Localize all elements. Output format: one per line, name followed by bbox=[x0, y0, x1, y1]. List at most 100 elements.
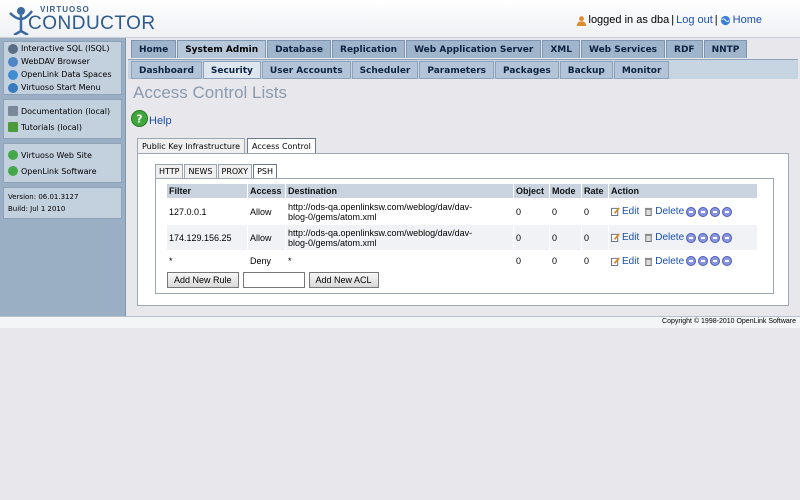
logo-main-text: CONDUCTOR bbox=[28, 13, 156, 34]
move-last-icon[interactable] bbox=[722, 232, 733, 243]
add-new-acl-button[interactable]: Add New ACL bbox=[308, 272, 379, 288]
sidebar-item-ods[interactable]: OpenLink Data Spaces bbox=[4, 68, 121, 81]
edit-link[interactable]: Edit bbox=[622, 206, 639, 217]
tab-database[interactable]: Database bbox=[267, 40, 332, 58]
cell-rate: 0 bbox=[582, 225, 608, 250]
tab-public-key-infrastructure[interactable]: Public Key Infrastructure bbox=[137, 138, 246, 153]
table-header-row: Filter Access Destination Object Mode Ra… bbox=[167, 184, 757, 198]
destination-line: http://ods-qa.openlinksw.com/weblog/dav/… bbox=[288, 227, 473, 238]
cell-mode: 0 bbox=[550, 251, 581, 271]
logged-in-text: logged in as dba bbox=[588, 14, 670, 26]
header: VIRTUOSO CONDUCTOR logged in as dba | Lo… bbox=[0, 0, 800, 38]
separator: | bbox=[671, 14, 675, 26]
sidebar-item-label: WebDAV Browser bbox=[21, 57, 90, 66]
move-first-icon[interactable] bbox=[686, 232, 697, 243]
tab-web-application-server[interactable]: Web Application Server bbox=[406, 40, 542, 58]
footer: Copyright © 1998-2010 OpenLink Software bbox=[0, 316, 800, 328]
help-icon[interactable]: ? bbox=[131, 110, 148, 127]
move-first-icon[interactable] bbox=[686, 206, 697, 217]
tab-psh[interactable]: PSH bbox=[253, 164, 277, 178]
subtab-parameters[interactable]: Parameters bbox=[419, 61, 494, 79]
sidebar-item-start-menu[interactable]: Virtuoso Start Menu bbox=[4, 81, 121, 94]
sidebar-item-isql[interactable]: Interactive SQL (ISQL) bbox=[4, 42, 121, 55]
header-rate: Rate bbox=[582, 184, 608, 198]
cell-access: Allow bbox=[248, 199, 285, 224]
move-up-icon[interactable] bbox=[698, 206, 709, 217]
add-new-rule-button[interactable]: Add New Rule bbox=[167, 272, 239, 288]
sidebar-item-label: Documentation (local) bbox=[21, 106, 111, 116]
destination-line: http://ods-qa.openlinksw.com/weblog/dav/… bbox=[288, 201, 473, 212]
move-down-icon[interactable] bbox=[710, 232, 721, 243]
subtab-backup[interactable]: Backup bbox=[559, 61, 613, 79]
sidebar-item-documentation[interactable]: Documentation (local) bbox=[4, 103, 121, 119]
cell-filter: 174.129.156.25 bbox=[167, 225, 247, 250]
separator: | bbox=[714, 14, 718, 26]
subtab-dashboard[interactable]: Dashboard bbox=[131, 61, 202, 79]
cell-access: Allow bbox=[248, 225, 285, 250]
tab-rdf[interactable]: RDF bbox=[666, 40, 703, 58]
subtab-security[interactable]: Security bbox=[202, 61, 261, 79]
tab-replication[interactable]: Replication bbox=[332, 40, 406, 58]
tab-nntp[interactable]: NNTP bbox=[703, 40, 748, 58]
trash-icon[interactable] bbox=[644, 207, 653, 216]
subtab-packages[interactable]: Packages bbox=[495, 61, 559, 79]
move-last-icon[interactable] bbox=[722, 206, 733, 217]
move-last-icon[interactable] bbox=[722, 256, 733, 266]
home-globe-icon[interactable] bbox=[720, 15, 731, 26]
cell-object: 0 bbox=[514, 225, 549, 250]
acl-buttons: Add New Rule Add New ACL bbox=[167, 272, 379, 288]
move-up-icon[interactable] bbox=[698, 232, 709, 243]
sidebar-item-tutorials[interactable]: Tutorials (local) bbox=[4, 119, 121, 135]
version-info: Version: 06.01.3127 Build: Jul 1 2010 bbox=[3, 187, 122, 219]
cell-filter: * bbox=[167, 251, 247, 271]
sidebar-item-label: Virtuoso Web Site bbox=[21, 150, 92, 160]
cell-mode: 0 bbox=[550, 225, 581, 250]
ods-icon bbox=[8, 69, 18, 80]
move-first-icon[interactable] bbox=[686, 256, 697, 266]
trash-icon[interactable] bbox=[644, 233, 653, 242]
subtab-monitor[interactable]: Monitor bbox=[613, 61, 670, 79]
edit-link[interactable]: Edit bbox=[622, 232, 639, 243]
sidebar-item-webdav[interactable]: WebDAV Browser bbox=[4, 55, 121, 68]
table-row: 174.129.156.25 Allow http://ods-qa.openlin… bbox=[167, 225, 757, 250]
cell-destination: * bbox=[286, 251, 513, 271]
version-text: Version: 06.01.3127 bbox=[8, 193, 79, 201]
trash-icon[interactable] bbox=[644, 257, 653, 266]
header-access: Access bbox=[248, 184, 285, 198]
cell-object: 0 bbox=[514, 199, 549, 224]
document-icon bbox=[8, 106, 18, 116]
sidebar-tools-group: Interactive SQL (ISQL) WebDAV Browser Op… bbox=[3, 41, 122, 95]
webdav-icon bbox=[8, 56, 18, 67]
acl-table: Filter Access Destination Object Mode Ra… bbox=[166, 183, 758, 272]
move-up-icon[interactable] bbox=[698, 256, 709, 266]
logout-link[interactable]: Log out bbox=[676, 14, 713, 26]
edit-link[interactable]: Edit bbox=[622, 256, 639, 267]
move-down-icon[interactable] bbox=[710, 256, 721, 266]
table-row: 127.0.0.1 Allow http://ods-qa.openlinksw.c… bbox=[167, 199, 757, 224]
tab-xml[interactable]: XML bbox=[542, 40, 580, 58]
tutorial-icon bbox=[8, 122, 18, 132]
move-down-icon[interactable] bbox=[710, 206, 721, 217]
sidebar-item-openlink-software[interactable]: OpenLink Software bbox=[4, 163, 121, 179]
edit-icon[interactable] bbox=[611, 207, 620, 216]
help-link[interactable]: Help bbox=[149, 115, 172, 127]
tab-access-control[interactable]: Access Control bbox=[247, 138, 316, 153]
subtab-scheduler[interactable]: Scheduler bbox=[351, 61, 419, 79]
subtab-user-accounts[interactable]: User Accounts bbox=[261, 61, 351, 79]
delete-link[interactable]: Delete bbox=[655, 206, 684, 217]
tab-http[interactable]: HTTP bbox=[155, 164, 184, 178]
tab-proxy[interactable]: PROXY bbox=[217, 164, 253, 178]
tab-web-services[interactable]: Web Services bbox=[580, 40, 666, 58]
edit-icon[interactable] bbox=[611, 256, 620, 266]
acl-name-input[interactable] bbox=[242, 272, 305, 288]
globe-icon bbox=[8, 166, 18, 176]
delete-link[interactable]: Delete bbox=[655, 232, 684, 243]
tab-system-admin[interactable]: System Admin bbox=[177, 40, 267, 58]
tab-news[interactable]: NEWS bbox=[184, 164, 217, 178]
sidebar-item-virtuoso-site[interactable]: Virtuoso Web Site bbox=[4, 147, 121, 163]
edit-icon[interactable] bbox=[611, 233, 620, 242]
delete-link[interactable]: Delete bbox=[655, 256, 684, 267]
sidebar-item-label: Tutorials (local) bbox=[21, 122, 83, 132]
tab-home[interactable]: Home bbox=[131, 40, 177, 58]
home-link[interactable]: Home bbox=[733, 14, 762, 26]
